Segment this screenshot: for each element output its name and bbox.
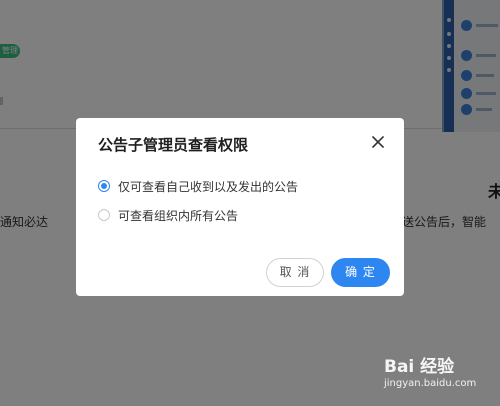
radio-option-own-announcements[interactable]: 仅可查看自己收到以及发出的公告 (98, 177, 298, 195)
cancel-button[interactable]: 取 消 (266, 258, 324, 287)
radio-button[interactable] (98, 209, 110, 221)
close-button[interactable] (367, 131, 389, 153)
watermark-logo: Bai 经验 (384, 357, 455, 377)
close-icon (372, 136, 384, 148)
radio-button-checked[interactable] (98, 180, 110, 192)
dialog-title: 公告子管理员查看权限 (98, 136, 249, 154)
baidu-jingyan-watermark: Bai 经验 jingyan.baidu.com (384, 352, 496, 402)
watermark-url: jingyan.baidu.com (384, 378, 477, 389)
confirm-button[interactable]: 确 定 (331, 258, 390, 287)
radio-option-label: 可查看组织内所有公告 (118, 208, 239, 223)
radio-option-label: 仅可查看自己收到以及发出的公告 (118, 179, 299, 194)
radio-option-all-announcements[interactable]: 可查看组织内所有公告 (98, 206, 238, 224)
permission-dialog: 公告子管理员查看权限 仅可查看自己收到以及发出的公告 可查看组织内所有公告 取 … (76, 118, 404, 296)
